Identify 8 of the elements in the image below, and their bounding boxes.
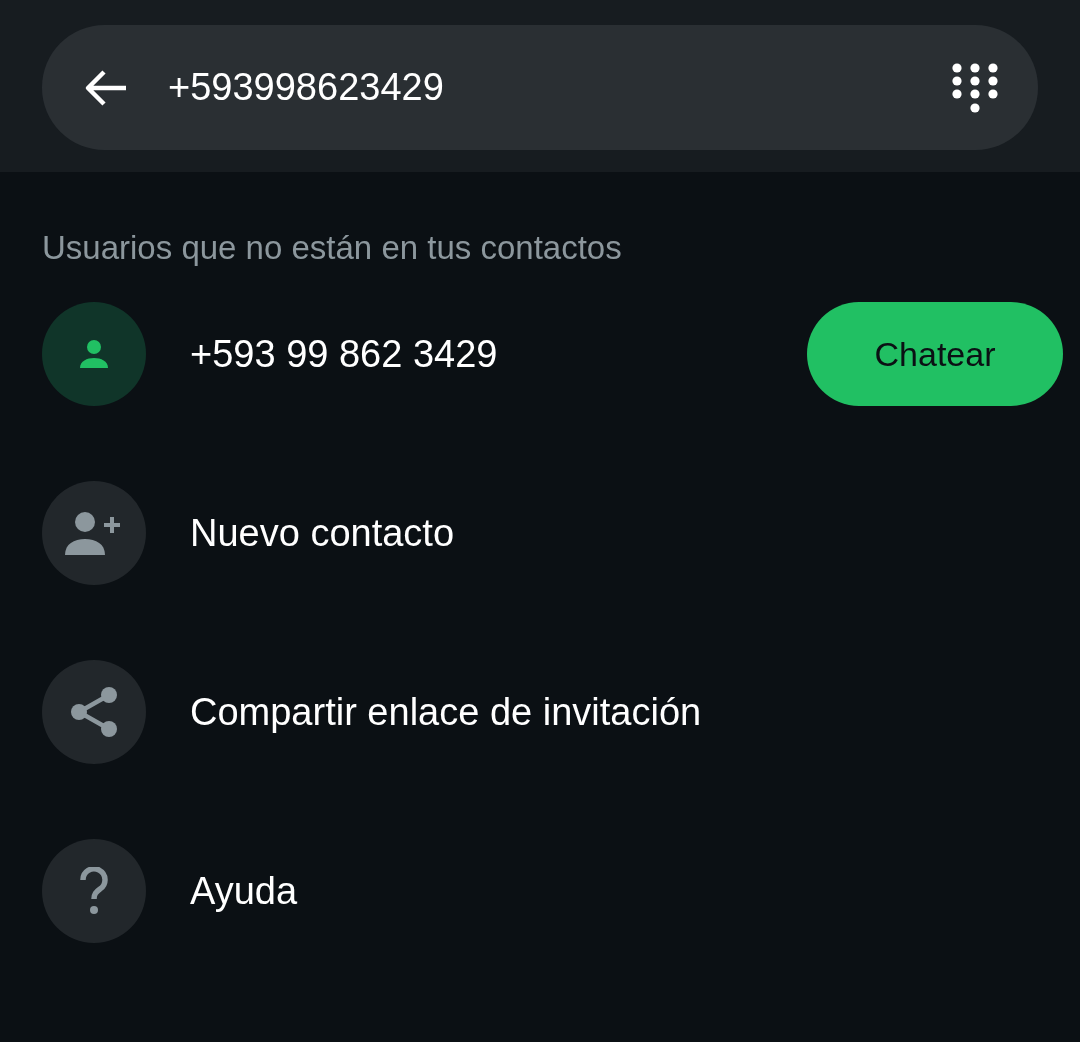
search-field[interactable]: +593998623429 <box>42 25 1038 150</box>
action-label[interactable]: Ayuda <box>190 869 1080 913</box>
phone-number[interactable]: +593 99 862 3429 <box>190 332 807 376</box>
dialpad-icon[interactable] <box>952 62 998 113</box>
section-label: Usuarios que no están en tus contactos <box>42 228 623 268</box>
action-label[interactable]: Compartir enlace de invitación <box>190 690 1080 734</box>
chat-button[interactable]: Chatear <box>807 302 1063 406</box>
action-label[interactable]: Nuevo contacto <box>190 511 1080 555</box>
